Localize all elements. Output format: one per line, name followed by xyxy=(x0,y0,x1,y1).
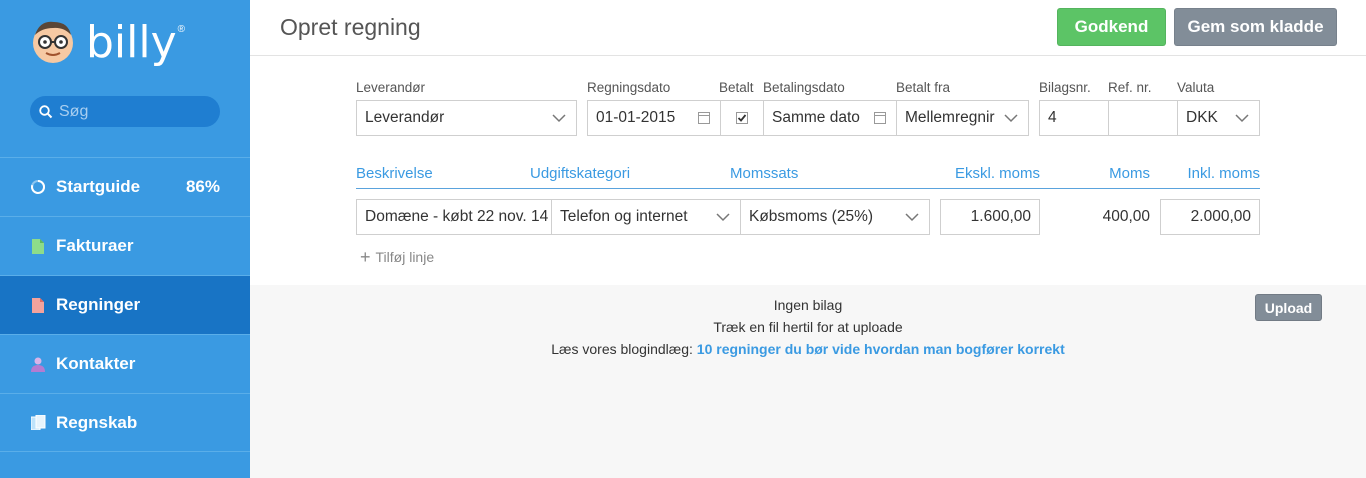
excl-vat-input[interactable]: 1.600,00 xyxy=(940,199,1040,235)
paid-from-label: Betalt fra xyxy=(896,80,951,95)
sidebar-item-label: Regninger xyxy=(56,295,141,314)
bill-doc-icon xyxy=(30,297,46,313)
vat-rate-select[interactable]: Købsmoms (25%) xyxy=(740,199,930,235)
incl-vat-header: Inkl. moms xyxy=(1187,165,1260,182)
currency-label: Valuta xyxy=(1177,80,1215,95)
ref-no-field[interactable] xyxy=(1108,100,1178,136)
line-items-header: Beskrivelse Udgiftskategori Momssats Eks… xyxy=(356,162,1260,189)
chevron-down-icon xyxy=(905,213,919,222)
voucher-no-label: Bilagsnr. xyxy=(1039,80,1091,95)
description-header: Beskrivelse xyxy=(356,165,433,182)
add-line-button[interactable]: + Tilføj linje xyxy=(360,247,435,267)
incl-vat-value: 2.000,00 xyxy=(1190,208,1251,225)
drag-file-text: Træk en fil hertil for at uploade xyxy=(713,319,903,335)
sidebar-item-label: Startguide xyxy=(56,177,141,196)
logo[interactable]: billy ® xyxy=(30,18,185,68)
sidebar-item-label: Fakturaer xyxy=(56,236,134,255)
blog-prefix: Læs vores blogindlæg: xyxy=(551,341,693,357)
blog-link[interactable]: 10 regninger du bør vide hvordan man bog… xyxy=(697,341,1065,357)
calendar-icon[interactable] xyxy=(698,112,710,124)
checkmark-icon xyxy=(736,112,748,124)
sidebar-item-kontakter[interactable]: Kontakter xyxy=(0,334,250,393)
bill-date-value: 01-01-2015 xyxy=(596,109,676,126)
sidebar: billy ® Startguide 86% Fakturaer Re xyxy=(0,0,250,478)
incl-vat-input[interactable]: 2.000,00 xyxy=(1160,199,1260,235)
chevron-down-icon xyxy=(552,114,566,123)
payment-date-label: Betalingsdato xyxy=(763,80,845,95)
sidebar-item-label: Kontakter xyxy=(56,354,136,373)
no-attachment-text: Ingen bilag xyxy=(773,297,843,313)
sidebar-item-startguide[interactable]: Startguide 86% xyxy=(0,157,250,216)
currency-select[interactable]: DKK xyxy=(1177,100,1260,136)
bill-date-field[interactable]: 01-01-2015 xyxy=(587,100,721,136)
logo-text: billy xyxy=(86,17,177,68)
payment-date-value: Samme dato xyxy=(772,109,860,126)
progress-badge: 86% xyxy=(185,177,220,196)
save-draft-button[interactable]: Gem som kladde xyxy=(1174,8,1337,46)
table-row: Domæne - købt 22 nov. 14 Telefon og inte… xyxy=(356,199,1260,235)
vat-rate-header: Momssats xyxy=(730,165,799,182)
invoice-doc-icon xyxy=(30,238,46,254)
main-content: Opret regning Godkend Gem som kladde Lev… xyxy=(250,0,1366,478)
chevron-down-icon xyxy=(1235,114,1249,123)
supplier-label: Leverandør xyxy=(356,80,426,95)
billy-mascot-icon xyxy=(33,21,73,63)
paid-from-value: Mellemregnir xyxy=(905,109,995,126)
sidebar-item-fakturaer[interactable]: Fakturaer xyxy=(0,216,250,275)
plus-icon: + xyxy=(360,247,371,267)
currency-value: DKK xyxy=(1186,109,1218,126)
ref-no-label: Ref. nr. xyxy=(1108,80,1152,95)
category-select[interactable]: Telefon og internet xyxy=(551,199,741,235)
calendar-icon[interactable] xyxy=(874,112,886,124)
sidebar-item-label: Regnskab xyxy=(56,412,138,432)
voucher-no-field[interactable]: 4 xyxy=(1039,100,1109,136)
chevron-down-icon xyxy=(716,213,730,222)
ledger-icon xyxy=(30,415,46,431)
top-bar: Opret regning Godkend Gem som kladde xyxy=(250,0,1366,56)
approve-button[interactable]: Godkend xyxy=(1057,8,1166,46)
supplier-value: Leverandør xyxy=(365,109,445,126)
sidebar-item-regnskab[interactable]: Regnskab xyxy=(0,393,250,452)
upload-button[interactable]: Upload xyxy=(1255,294,1322,321)
paid-checkbox[interactable] xyxy=(720,100,764,136)
sidebar-item-regninger[interactable]: Regninger xyxy=(0,275,250,334)
excl-vat-header: Ekskl. moms xyxy=(954,165,1040,182)
supplier-select[interactable]: Leverandør xyxy=(356,100,577,136)
description-value: Domæne - købt 22 nov. 14 xyxy=(365,208,549,225)
attachment-dropzone[interactable]: Ingen bilag Træk en fil hertil for at up… xyxy=(250,285,1366,478)
bill-date-label: Regningsdato xyxy=(587,80,671,95)
vat-header: Moms xyxy=(1109,165,1150,182)
category-header: Udgiftskategori xyxy=(530,165,631,182)
blog-hint: Læs vores blogindlæg: 10 regninger du bø… xyxy=(250,341,1366,357)
sidebar-nav: Startguide 86% Fakturaer Regninger Konta… xyxy=(0,157,250,452)
progress-ring-icon xyxy=(30,179,46,195)
category-value: Telefon og internet xyxy=(560,208,688,225)
description-input[interactable]: Domæne - købt 22 nov. 14 xyxy=(356,199,552,235)
add-line-label: Tilføj linje xyxy=(375,249,435,265)
excl-vat-value: 1.600,00 xyxy=(970,208,1031,225)
person-icon xyxy=(30,356,46,372)
search-input[interactable] xyxy=(59,102,209,121)
registered-mark: ® xyxy=(177,24,186,35)
paid-label: Betalt xyxy=(719,80,754,95)
paid-from-select[interactable]: Mellemregnir xyxy=(896,100,1029,136)
search-box[interactable] xyxy=(30,96,220,127)
chevron-down-icon xyxy=(1004,112,1018,124)
vat-amount: 400,00 xyxy=(1102,208,1150,225)
vat-rate-value: Købsmoms (25%) xyxy=(749,208,874,225)
voucher-no-value: 4 xyxy=(1048,109,1057,126)
page-title: Opret regning xyxy=(280,14,421,40)
payment-date-field[interactable]: Samme dato xyxy=(763,100,897,136)
search-icon xyxy=(39,104,53,118)
